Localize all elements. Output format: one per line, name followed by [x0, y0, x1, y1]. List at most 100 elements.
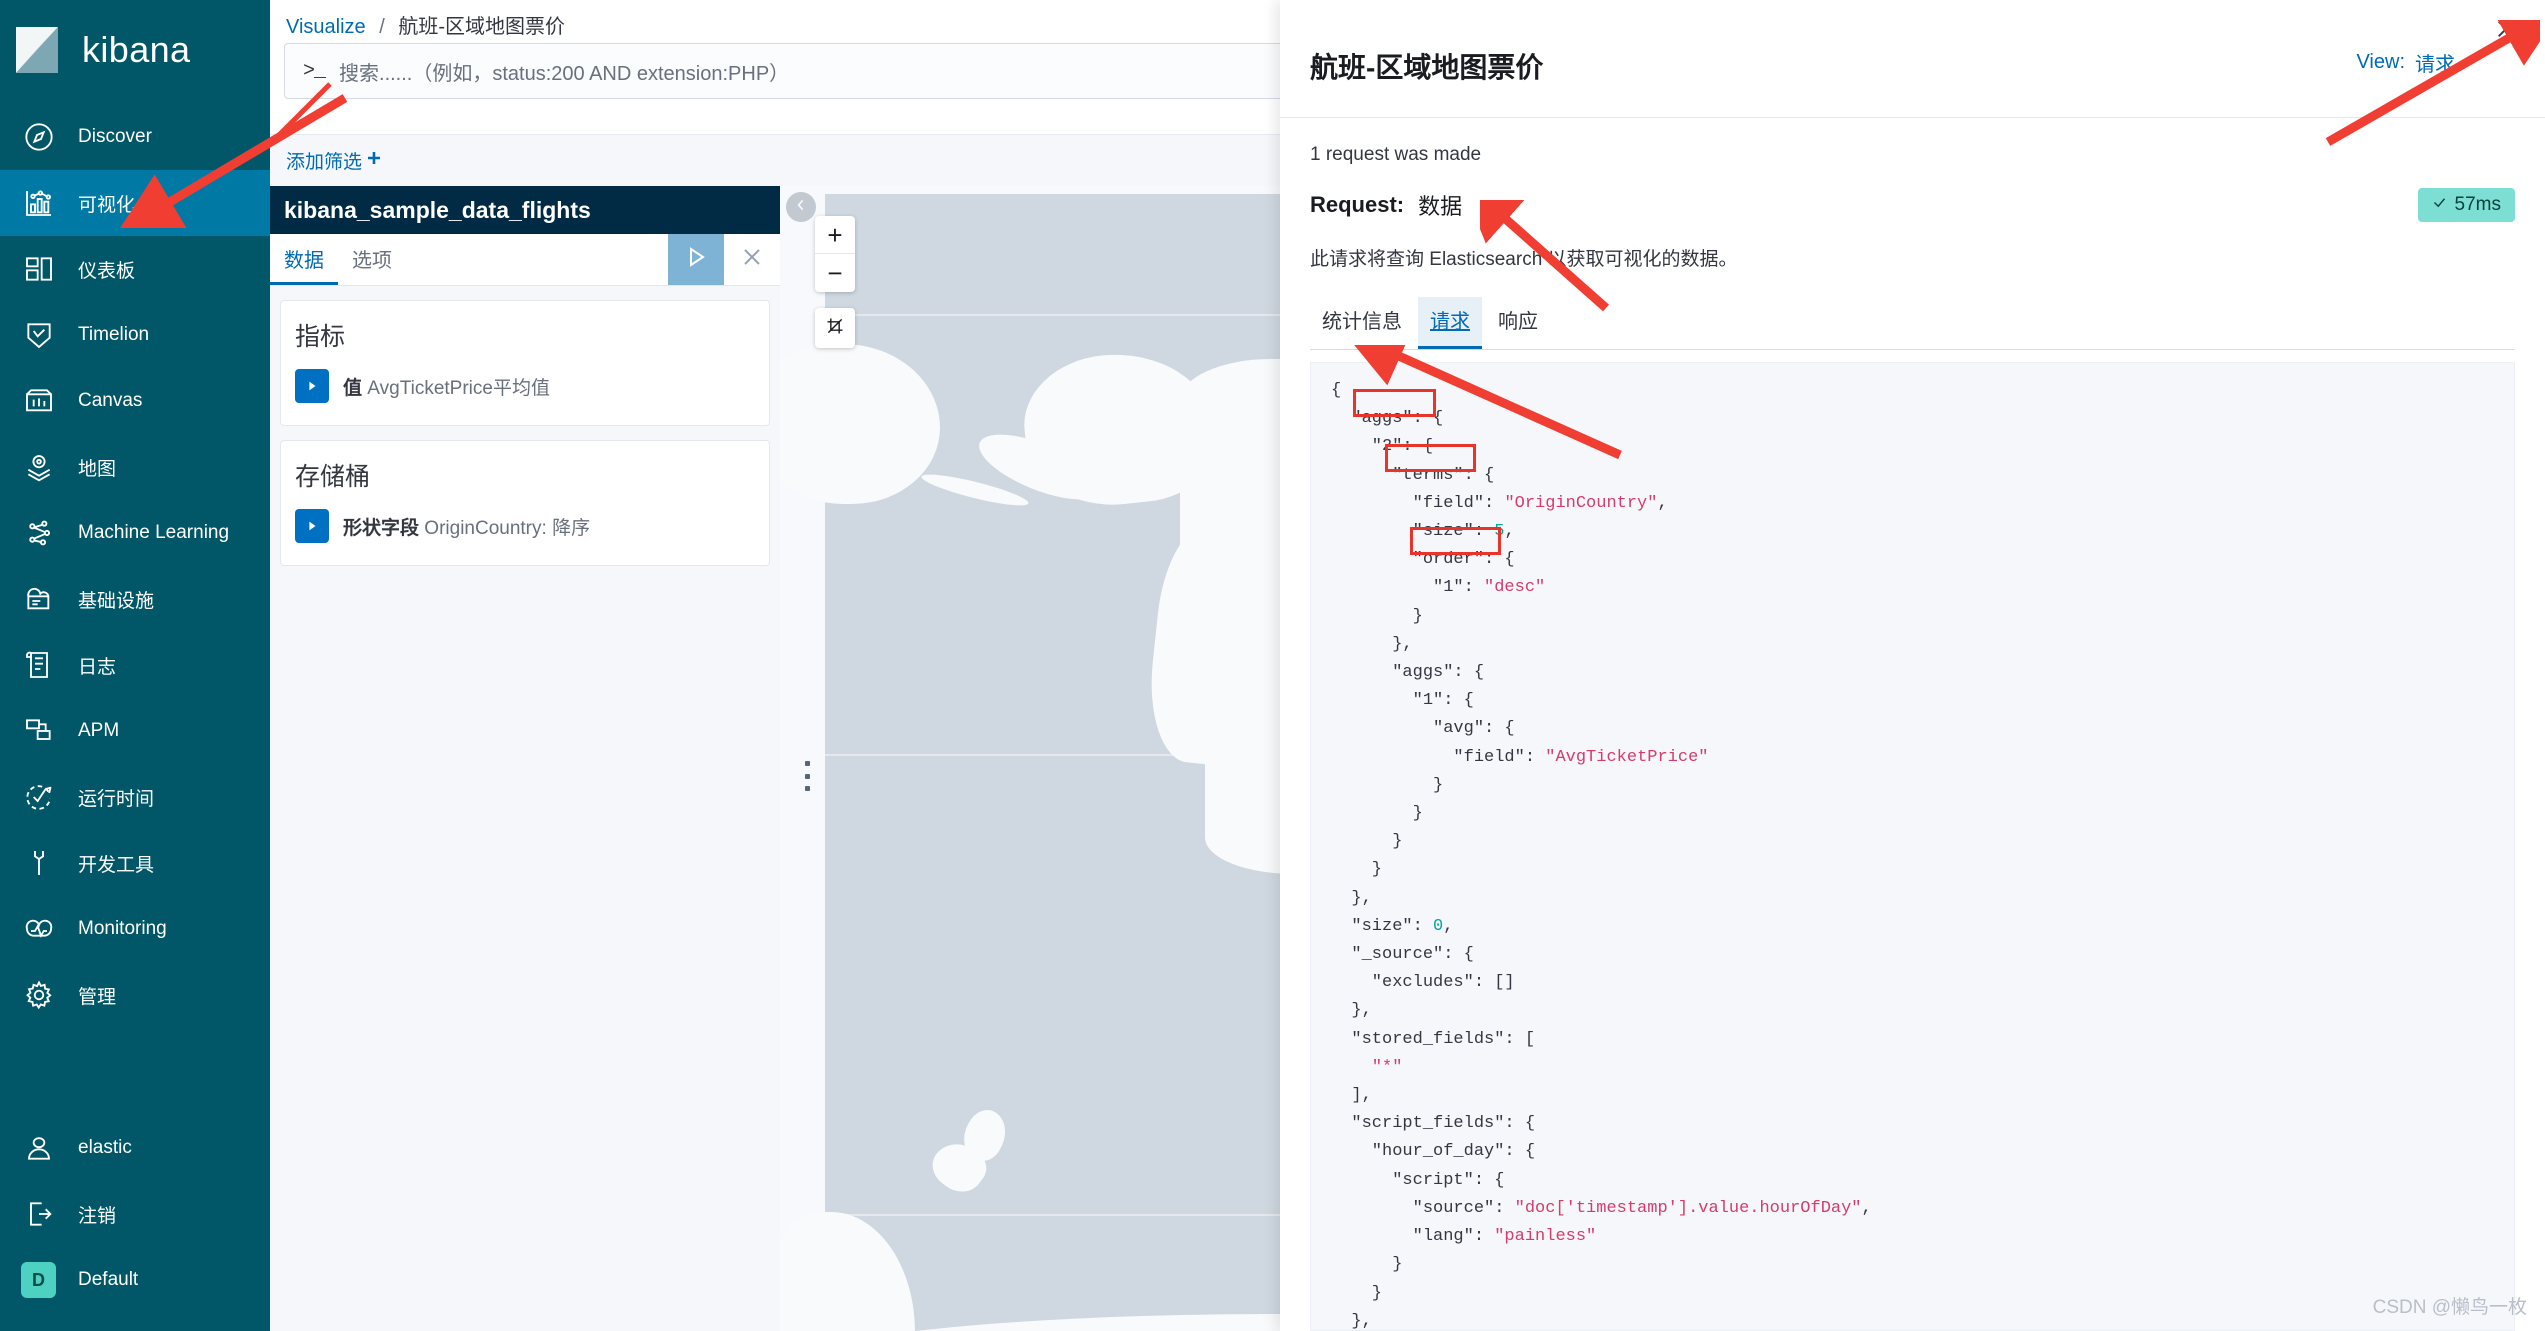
- tab-data[interactable]: 数据: [270, 234, 338, 285]
- sidebar-item-label: Monitoring: [78, 918, 167, 940]
- discard-changes-button[interactable]: [724, 234, 780, 285]
- kibana-logo: [14, 25, 64, 75]
- chevron-down-icon: [2465, 51, 2481, 74]
- breadcrumb-root[interactable]: Visualize: [286, 16, 366, 38]
- sidebar-item-space-default[interactable]: D Default: [0, 1247, 270, 1313]
- sidebar-item-dev-tools[interactable]: 开发工具: [0, 830, 270, 896]
- search-input[interactable]: 搜索......（例如，status:200 AND extension:PHP…: [339, 57, 789, 86]
- sidebar-item-label: 开发工具: [78, 850, 154, 877]
- logout-icon: [22, 1197, 56, 1231]
- landmass-siberia: [780, 344, 940, 504]
- sidebar-item-maps[interactable]: 地图: [0, 434, 270, 500]
- sidebar-item-label: Timelion: [78, 324, 149, 346]
- map-pin-layers-icon: [22, 450, 56, 484]
- sidebar-item-label: APM: [78, 720, 119, 742]
- sidebar-item-label: 基础设施: [78, 586, 154, 613]
- machine-learning-icon: [22, 516, 56, 550]
- sidebar-item-label: Discover: [78, 126, 152, 148]
- gear-icon: [22, 978, 56, 1012]
- dashboard-grid-icon: [22, 252, 56, 286]
- duration-text: 57ms: [2455, 194, 2501, 216]
- sidebar-item-canvas[interactable]: Canvas: [0, 368, 270, 434]
- sidebar-item-timelion[interactable]: Timelion: [0, 302, 270, 368]
- space-initial: D: [21, 1262, 56, 1298]
- logs-icon: [22, 648, 56, 682]
- sidebar-item-dashboard[interactable]: 仪表板: [0, 236, 270, 302]
- editor-tabs-spacer: [406, 234, 668, 285]
- request-summary-row: Request: 数据 57ms: [1310, 188, 2515, 222]
- apm-icon: [22, 714, 56, 748]
- request-value: 数据: [1418, 189, 1462, 221]
- canvas-icon: [22, 384, 56, 418]
- plus-icon: [366, 150, 382, 172]
- visualize-chart-icon: [22, 186, 56, 220]
- view-value: 请求: [2415, 48, 2455, 77]
- kibana-app-window: kibana Discover 可视化 仪表板 Timelion Can: [0, 0, 2545, 1331]
- sidebar-item-label: 日志: [78, 652, 116, 679]
- sidebar-item-label: 仪表板: [78, 256, 135, 283]
- sidebar-item-label: Machine Learning: [78, 522, 229, 544]
- close-x-icon: [740, 245, 764, 274]
- caret-right-icon[interactable]: [295, 369, 329, 403]
- map-zoom-controls: + −: [815, 216, 855, 292]
- panel-resize-handle[interactable]: [800, 761, 814, 791]
- bucket-agg-label: 形状字段 OriginCountry: 降序: [343, 513, 590, 540]
- request-duration-badge[interactable]: 57ms: [2418, 188, 2515, 222]
- sidebar-item-machine-learning[interactable]: Machine Learning: [0, 500, 270, 566]
- bucket-agg-row[interactable]: 形状字段 OriginCountry: 降序: [295, 509, 755, 543]
- collapse-editor-button[interactable]: [786, 192, 816, 222]
- tab-response[interactable]: 响应: [1486, 297, 1550, 349]
- sidebar-item-visualize[interactable]: 可视化: [0, 170, 270, 236]
- apply-changes-button[interactable]: [668, 234, 724, 285]
- sidebar-item-logout[interactable]: 注销: [0, 1181, 270, 1247]
- inspector-tabs: 统计信息 请求 响应: [1310, 297, 2515, 350]
- sidebar-item-label: 地图: [78, 454, 116, 481]
- sidebar-item-label: 运行时间: [78, 784, 154, 811]
- console-prompt-icon: >_: [303, 60, 325, 83]
- sidebar-item-monitoring[interactable]: Monitoring: [0, 896, 270, 962]
- bucket-agg-type: 形状字段: [343, 518, 419, 539]
- inspector-view-selector[interactable]: View: 请求: [2356, 24, 2481, 77]
- handle-dot: [805, 761, 810, 766]
- add-filter-label: 添加筛选: [286, 147, 362, 174]
- request-json-code: { "aggs": { "2": { "terms": { "field": "…: [1311, 363, 2514, 1331]
- tab-statistics[interactable]: 统计信息: [1310, 297, 1414, 349]
- request-json-viewer[interactable]: { "aggs": { "2": { "terms": { "field": "…: [1310, 362, 2515, 1331]
- breadcrumb-current: 航班-区域地图票价: [398, 16, 565, 38]
- tab-options[interactable]: 选项: [338, 234, 406, 285]
- tab-request[interactable]: 请求: [1418, 297, 1482, 349]
- sidebar-item-uptime[interactable]: 运行时间: [0, 764, 270, 830]
- index-pattern-title: kibana_sample_data_flights: [270, 186, 780, 234]
- caret-right-icon[interactable]: [295, 509, 329, 543]
- infrastructure-icon: [22, 582, 56, 616]
- inspector-close-button[interactable]: [2489, 14, 2523, 48]
- close-x-icon: [2495, 18, 2517, 45]
- sidebar-item-management[interactable]: 管理: [0, 962, 270, 1028]
- user-icon: [22, 1131, 56, 1165]
- inspector-header: 航班-区域地图票价 View: 请求: [1280, 0, 2545, 118]
- uptime-icon: [22, 780, 56, 814]
- visualization-editor-panel: kibana_sample_data_flights 数据 选项 指标 值 Av…: [270, 186, 780, 1331]
- sidebar-bottom-nav: elastic 注销 D Default: [0, 1115, 270, 1331]
- sidebar-item-label: 注销: [78, 1201, 116, 1228]
- map-zoom-in-button[interactable]: +: [815, 216, 855, 254]
- sidebar-item-logs[interactable]: 日志: [0, 632, 270, 698]
- sidebar-item-apm[interactable]: APM: [0, 698, 270, 764]
- map-fit-bounds-button[interactable]: [815, 308, 855, 348]
- sidebar-item-user[interactable]: elastic: [0, 1115, 270, 1181]
- bucket-agg-detail: OriginCountry: 降序: [424, 518, 590, 539]
- compass-icon: [22, 120, 56, 154]
- brand-header[interactable]: kibana: [0, 0, 270, 100]
- sidebar-spacer: [0, 1028, 270, 1115]
- sidebar-item-infrastructure[interactable]: 基础设施: [0, 566, 270, 632]
- sidebar-item-discover[interactable]: Discover: [0, 104, 270, 170]
- inspector-flyout: 航班-区域地图票价 View: 请求 1 request was made Re…: [1280, 0, 2545, 1331]
- buckets-card: 存储桶 形状字段 OriginCountry: 降序: [280, 440, 770, 566]
- requests-made-text: 1 request was made: [1310, 144, 2515, 166]
- add-filter-button[interactable]: 添加筛选: [286, 147, 382, 174]
- metric-agg-row[interactable]: 值 AvgTicketPrice平均值: [295, 369, 755, 403]
- map-zoom-out-button[interactable]: −: [815, 254, 855, 292]
- sidebar-nav: Discover 可视化 仪表板 Timelion Canvas 地图: [0, 100, 270, 1028]
- heartbeat-icon: [22, 912, 56, 946]
- sidebar-item-label: elastic: [78, 1137, 132, 1159]
